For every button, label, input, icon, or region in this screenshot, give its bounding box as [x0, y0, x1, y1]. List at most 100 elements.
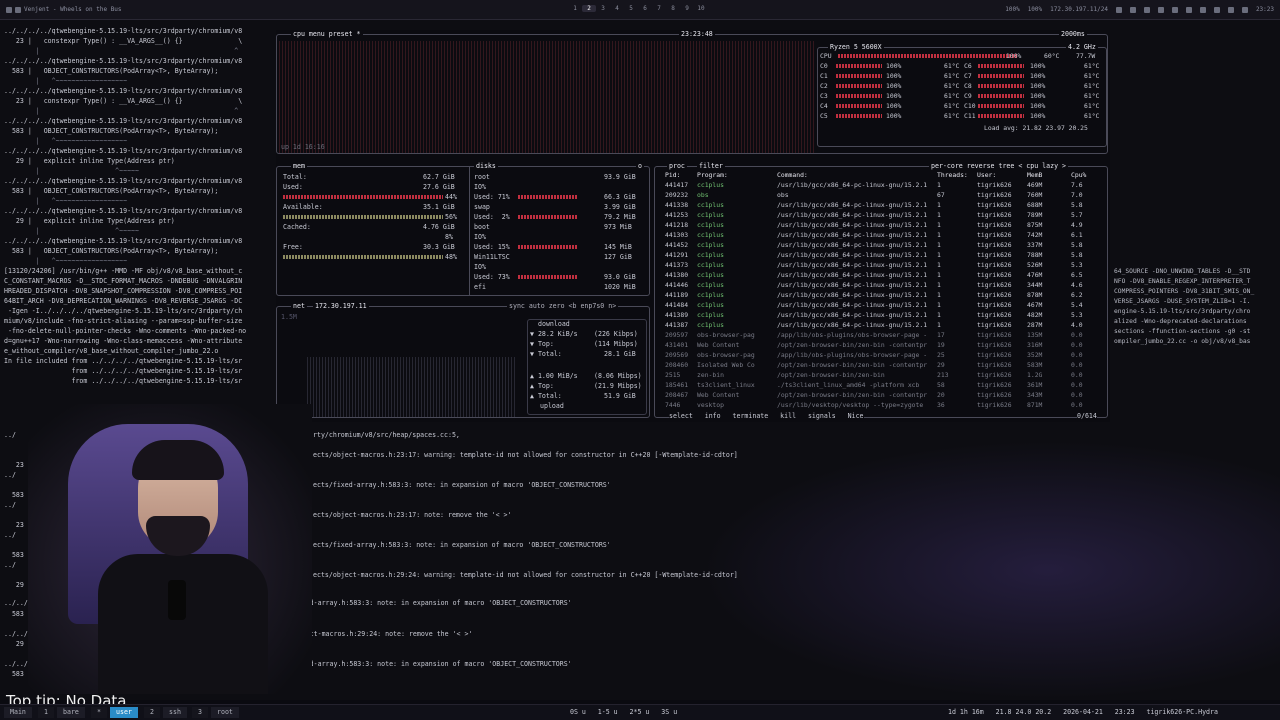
app-icon	[6, 6, 12, 13]
proc-row[interactable]: 209232 obs obs 67 tigrik626 760M 7.0	[661, 191, 1101, 201]
proc-cell: /usr/lib/gcc/x86_64-pc-linux-gnu/15.2.1	[777, 221, 928, 229]
workspace-6[interactable]: 6	[638, 5, 652, 12]
proc-row[interactable]: 431401 Web Content/opt/zen-browser-bin/ze…	[661, 341, 1101, 351]
proc-cell: tigrik626	[977, 391, 1012, 399]
tmux-tab[interactable]: Main	[4, 707, 32, 718]
proc-col-header[interactable]: Cpu%	[1071, 171, 1086, 179]
proc-footer[interactable]: select info terminate kill signals Nice	[669, 412, 864, 420]
proc-row[interactable]: 441389 cc1plus/usr/lib/gcc/x86_64-pc-linu…	[661, 311, 1101, 321]
proc-cell: tigrik626	[977, 271, 1012, 279]
proc-row[interactable]: 441291 cc1plus/usr/lib/gcc/x86_64-pc-linu…	[661, 251, 1101, 261]
proc-cell: tigrik626	[977, 381, 1012, 389]
cpu-box-tabs[interactable]: cpu menu preset *	[291, 30, 363, 38]
tmux-tab[interactable]: root	[211, 707, 239, 718]
net-modes[interactable]: sync auto zero <b enp7s0 n>	[507, 302, 619, 310]
workspace-4[interactable]: 4	[610, 5, 624, 12]
mail-icon[interactable]	[1199, 6, 1206, 13]
core-name-2: C11	[964, 112, 976, 120]
proc-box[interactable]: proc filter per-core reverse tree < cpu …	[654, 162, 1108, 420]
proc-col-header[interactable]: Command:	[777, 171, 808, 179]
workspace-7[interactable]: 7	[652, 5, 666, 12]
proc-row[interactable]: 441446 cc1plus/usr/lib/gcc/x86_64-pc-linu…	[661, 281, 1101, 291]
proc-row[interactable]: 441303 cc1plus/usr/lib/gcc/x86_64-pc-linu…	[661, 231, 1101, 241]
proc-row[interactable]: 185461 ts3client_linux ./ts3client_linux_a…	[661, 381, 1101, 391]
workspace-10[interactable]: 10	[694, 5, 708, 12]
discord-icon[interactable]	[1213, 6, 1220, 13]
tmux-tab[interactable]: 2	[144, 707, 160, 718]
proc-row[interactable]: 441253 cc1plus/usr/lib/gcc/x86_64-pc-linu…	[661, 211, 1101, 221]
proc-row[interactable]: 7446 vesktop/usr/lib/vesktop/vesktop --ty…	[661, 401, 1101, 411]
volume-indicator[interactable]: 100%	[1005, 6, 1019, 13]
disk-size: 93.9 GiB	[604, 173, 636, 181]
download-label: download	[538, 320, 570, 328]
proc-row[interactable]: 441218 cc1plus/usr/lib/gcc/x86_64-pc-linu…	[661, 221, 1101, 231]
proc-col-header[interactable]: Pid:	[665, 171, 680, 179]
tmux-tab[interactable]: *	[91, 707, 107, 718]
proc-cell: /opt/zen-browser-bin/zen-bin	[777, 371, 885, 379]
chat-icon[interactable]	[1157, 6, 1164, 13]
proc-row[interactable]: 208460 Isolated Web Co/opt/zen-browser-bi…	[661, 361, 1101, 371]
tmux-tab[interactable]: 1	[38, 707, 54, 718]
build-line: [13120/24206] /usr/bin/g++ -MMD -MF obj/…	[4, 267, 243, 275]
proc-filter[interactable]: filter	[697, 162, 725, 170]
tmux-tab[interactable]: bare	[57, 707, 85, 718]
proc-cell: /usr/lib/gcc/x86_64-pc-linux-gnu/15.2.1	[777, 241, 928, 249]
proc-row[interactable]: 441452 cc1plus/usr/lib/gcc/x86_64-pc-linu…	[661, 241, 1101, 251]
disks-toggle[interactable]: o	[636, 162, 644, 170]
network-indicator[interactable]: 172.30.197.11/24	[1050, 6, 1108, 13]
disk-used-val: 93.0 GiB	[604, 273, 636, 281]
proc-row[interactable]: 441380 cc1plus/usr/lib/gcc/x86_64-pc-linu…	[661, 271, 1101, 281]
proc-row[interactable]: 2515 zen-bin/opt/zen-browser-bin/zen-bin 2…	[661, 371, 1101, 381]
proc-row[interactable]: 441373 cc1plus/usr/lib/gcc/x86_64-pc-linu…	[661, 261, 1101, 271]
proc-row[interactable]: 209569 obs-browser-pag/app/lib/obs-plugin…	[661, 351, 1101, 361]
settings-icon[interactable]	[1171, 6, 1178, 13]
power-icon[interactable]	[1241, 6, 1248, 13]
bluetooth-icon[interactable]	[1115, 6, 1122, 13]
tmux-tab[interactable]: user	[110, 707, 138, 718]
proc-header: Pid: Program: Command: Threads: User: MemB Cpu…	[661, 171, 1101, 181]
proc-col-header[interactable]: User:	[977, 171, 996, 179]
proc-cell: 208467	[665, 391, 689, 399]
proc-options[interactable]: per-core reverse tree < cpu lazy >	[929, 162, 1068, 170]
terminal-line: | ^~~~~~~~~~~~~~~~~~~	[4, 137, 128, 145]
wifi-icon[interactable]	[1143, 6, 1150, 13]
ul-total-val: 51.9 GiB	[604, 392, 636, 400]
tmux-tab[interactable]: ssh	[163, 707, 187, 718]
proc-cell: 352M	[1027, 351, 1043, 359]
workspace-3[interactable]: 3	[596, 5, 610, 12]
proc-row[interactable]: 441417 cc1plus/usr/lib/gcc/x86_64-pc-linu…	[661, 181, 1101, 191]
workspace-5[interactable]: 5	[624, 5, 638, 12]
proc-row[interactable]: 208467 Web Content/opt/zen-browser-bin/ze…	[661, 391, 1101, 401]
terminal-line: | ^~~~~~	[4, 227, 139, 235]
workspace-9[interactable]: 9	[680, 5, 694, 12]
proc-col-header[interactable]: Program:	[697, 171, 728, 179]
mem-available-label: Available:	[283, 203, 323, 211]
workspace-1[interactable]: 1	[568, 5, 582, 12]
proc-row[interactable]: 441338 cc1plus/usr/lib/gcc/x86_64-pc-linu…	[661, 201, 1101, 211]
core-bar-2	[978, 94, 1024, 98]
proc-cell: 878M	[1027, 291, 1043, 299]
cloud-icon[interactable]	[1129, 6, 1136, 13]
disk-used-val: 79.2 MiB	[604, 213, 636, 221]
line-number: 23	[4, 521, 24, 529]
proc-col-header[interactable]: MemB	[1027, 171, 1042, 179]
workspace-8[interactable]: 8	[666, 5, 680, 12]
proc-cell: 361M	[1027, 381, 1043, 389]
brightness-indicator[interactable]: 100%	[1028, 6, 1042, 13]
proc-cell: tigrik626	[977, 351, 1012, 359]
steam-icon[interactable]	[1227, 6, 1234, 13]
cpu-total-pct: 100%	[1006, 52, 1022, 60]
disk-used-bar	[518, 195, 578, 199]
telegram-icon[interactable]	[1185, 6, 1192, 13]
proc-row[interactable]: 209597 obs-browser-pag/app/lib/obs-plugin…	[661, 331, 1101, 341]
update-interval[interactable]: 2000ms	[1059, 30, 1087, 38]
proc-col-header[interactable]: Threads:	[937, 171, 968, 179]
tmux-tab[interactable]: 3	[192, 707, 208, 718]
workspace-2[interactable]: 2	[582, 5, 596, 12]
proc-cell: 1	[937, 261, 941, 269]
proc-row[interactable]: 441484 cc1plus/usr/lib/gcc/x86_64-pc-linu…	[661, 301, 1101, 311]
proc-row[interactable]: 441189 cc1plus/usr/lib/gcc/x86_64-pc-linu…	[661, 291, 1101, 301]
proc-row[interactable]: 441387 cc1plus/usr/lib/gcc/x86_64-pc-linu…	[661, 321, 1101, 331]
workspace-switcher[interactable]: 1 2 3 4 5 6 7 8 9 10	[568, 5, 708, 12]
btop-monitor[interactable]: cpu menu preset * 23:23:48 2000ms up 1d …	[276, 30, 1110, 422]
